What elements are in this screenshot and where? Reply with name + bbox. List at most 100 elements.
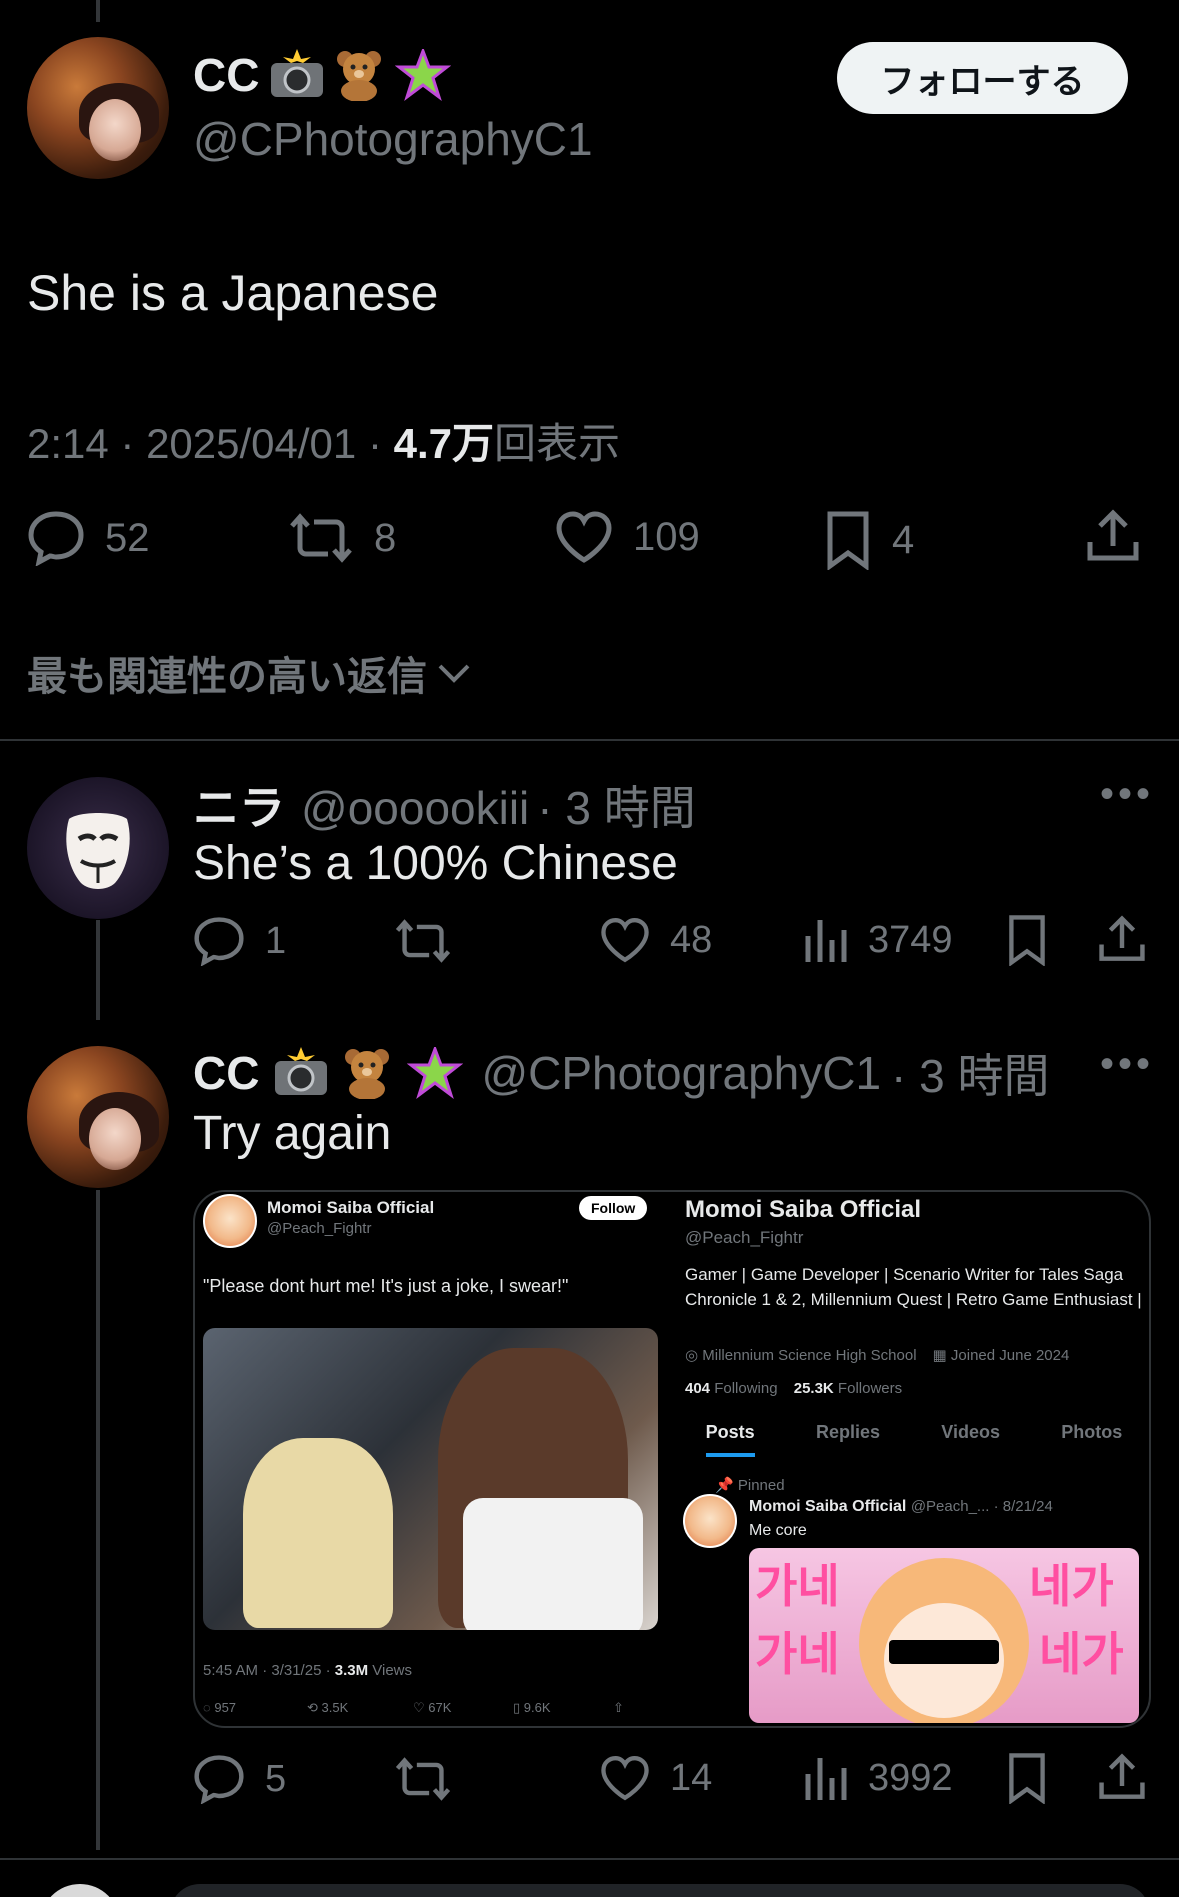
reply-button[interactable]: 52 <box>27 510 150 566</box>
embed-pinned-header: Momoi Saiba Official @Peach_... · 8/21/2… <box>749 1498 1053 1515</box>
view-count: 4.7万 <box>393 420 494 467</box>
embed-left-text: "Please dont hurt me! It's just a joke, … <box>203 1276 569 1296</box>
reply-sort-label: 最も関連性の高い返信 <box>27 655 427 699</box>
reply1-repost-button[interactable] <box>394 916 452 966</box>
reply-compose-input[interactable] <box>170 1884 1150 1897</box>
repost-count: 8 <box>374 515 397 560</box>
like-button[interactable]: 109 <box>555 510 700 564</box>
reply-sort-dropdown[interactable]: 最も関連性の高い返信 <box>27 644 471 702</box>
reply1-header: ニラ @oooookiii · 3 時間 <box>193 772 696 838</box>
embed-right-location: Millennium Science High School <box>702 1347 917 1364</box>
section-divider <box>0 739 1179 741</box>
compose-avatar[interactable] <box>40 1884 120 1897</box>
views-chart-icon <box>805 920 847 962</box>
reply1-text: She’s a 100% Chinese <box>193 837 678 890</box>
repost-icon <box>395 1757 451 1801</box>
reply1-reply-count: 1 <box>265 919 287 962</box>
reply2-share-button[interactable] <box>1098 1752 1146 1804</box>
embed-tab-photos: Photos <box>1061 1422 1123 1442</box>
bookmark-count: 4 <box>892 517 915 562</box>
reply2-view-count: 3992 <box>868 1756 953 1799</box>
author-name: CC <box>193 49 260 101</box>
reply-count: 52 <box>105 515 150 560</box>
share-button[interactable] <box>1086 508 1140 566</box>
view-count-label: 回表示 <box>494 420 621 467</box>
thread-line-top <box>96 0 100 22</box>
reply2-like-button[interactable]: 14 <box>600 1754 712 1802</box>
embed-tab-posts: Posts <box>705 1422 755 1457</box>
embed-left-stats: ◌ 957 ⟲ 3.5K ♡ 67K ▯ 9.6K ⇧ <box>203 1700 624 1715</box>
embed-left-handle: @Peach_Fightr <box>267 1220 372 1237</box>
reply1-handle[interactable]: @oooookiii <box>301 781 529 835</box>
embed-right-panel: Momoi Saiba Official @Peach_Fightr Gamer… <box>675 1192 1149 1726</box>
author-avatar[interactable] <box>27 37 169 179</box>
reply2-more-icon[interactable]: ••• <box>1100 1042 1154 1087</box>
embed-right-follow-stats: 404 Following 25.3K Followers <box>685 1380 903 1397</box>
reply2-views-button[interactable]: 3992 <box>804 1754 953 1802</box>
reply-icon <box>194 917 244 966</box>
teddy-bear-emoji-icon <box>331 49 387 102</box>
embed-follow-badge: Follow <box>579 1196 648 1220</box>
bottom-divider <box>0 1858 1179 1860</box>
share-icon <box>1099 1753 1145 1799</box>
bookmark-button[interactable]: 4 <box>824 510 914 570</box>
author-name-row[interactable]: CC <box>193 46 452 102</box>
reply1-reply-button[interactable]: 1 <box>193 916 286 966</box>
reply1-view-count: 3749 <box>868 918 953 961</box>
follow-button[interactable]: フォローする <box>837 42 1128 114</box>
reply2-time[interactable]: · 3 時間 <box>891 1040 1049 1106</box>
post-timestamp[interactable]: 2:14 · 2025/04/01 · <box>27 420 394 467</box>
reply-icon <box>194 1755 244 1804</box>
heart-icon <box>556 511 612 563</box>
reply1-like-button[interactable]: 48 <box>600 916 712 964</box>
repost-button[interactable]: 8 <box>288 510 396 566</box>
reply1-like-count: 48 <box>670 918 713 961</box>
camera-flash-emoji-icon <box>271 1047 328 1099</box>
embed-left-meta: 5:45 AM · 3/31/25 · 3.3M Views <box>203 1662 413 1679</box>
reply2-header: CC @CPhotographyC1 · 3 時間 <box>193 1040 1050 1106</box>
reply2-handle[interactable]: @CPhotographyC1 <box>481 1046 881 1100</box>
reply2-name[interactable]: CC <box>193 1046 259 1100</box>
embed-pinned-image: 가네 네가 가네 네가 <box>749 1548 1139 1723</box>
reply1-avatar[interactable] <box>27 777 169 919</box>
attached-image[interactable]: Momoi Saiba Official @Peach_Fightr Follo… <box>193 1190 1151 1728</box>
thread-line-middle <box>96 920 100 1020</box>
reply1-time[interactable]: · 3 時間 <box>537 772 695 838</box>
embed-right-tabs: Posts Replies Videos Photos <box>675 1422 1149 1457</box>
reply-icon <box>28 511 84 566</box>
heart-icon <box>601 918 649 963</box>
views-chart-icon <box>805 1758 847 1800</box>
reply1-bookmark-button[interactable] <box>1006 914 1048 966</box>
embed-left-name: Momoi Saiba Official <box>267 1198 435 1217</box>
thread-line-bottom <box>96 1190 100 1850</box>
post-meta: 2:14 · 2025/04/01 · 4.7万回表示 <box>27 410 620 471</box>
embed-right-name: Momoi Saiba Official <box>685 1196 922 1223</box>
share-icon <box>1087 509 1139 561</box>
reply2-like-count: 14 <box>670 1756 713 1799</box>
sparkle-star-emoji-icon <box>407 1044 464 1100</box>
reply1-views-button[interactable]: 3749 <box>804 916 953 964</box>
embed-right-joined: Joined June 2024 <box>950 1347 1070 1364</box>
sparkle-star-emoji-icon <box>395 46 452 102</box>
teddy-bear-emoji-icon <box>339 1047 395 1100</box>
reply1-more-icon[interactable]: ••• <box>1100 772 1154 817</box>
like-count: 109 <box>633 514 700 559</box>
reply2-bookmark-button[interactable] <box>1006 1752 1048 1804</box>
author-handle[interactable]: @CPhotographyC1 <box>193 112 593 166</box>
embed-pinned-label: 📌 Pinned <box>715 1477 785 1494</box>
repost-icon <box>290 513 352 563</box>
camera-flash-emoji-icon <box>267 49 324 101</box>
reply2-text: Try again <box>193 1107 392 1160</box>
reply2-repost-button[interactable] <box>394 1754 452 1804</box>
share-icon <box>1099 915 1145 961</box>
reply2-avatar[interactable] <box>27 1046 169 1188</box>
reply2-reply-button[interactable]: 5 <box>193 1754 286 1804</box>
reply1-share-button[interactable] <box>1098 914 1146 966</box>
embed-right-location-row: ◎ Millennium Science High School ▦ Joine… <box>685 1347 1070 1364</box>
embed-right-handle: @Peach_Fightr <box>685 1228 804 1247</box>
bookmark-icon <box>827 511 869 570</box>
reply1-name[interactable]: ニラ <box>193 772 285 838</box>
embed-avatar <box>203 1194 257 1248</box>
embed-left-panel: Momoi Saiba Official @Peach_Fightr Follo… <box>195 1192 675 1726</box>
embed-right-bio: Gamer | Game Developer | Scenario Writer… <box>685 1265 1142 1309</box>
